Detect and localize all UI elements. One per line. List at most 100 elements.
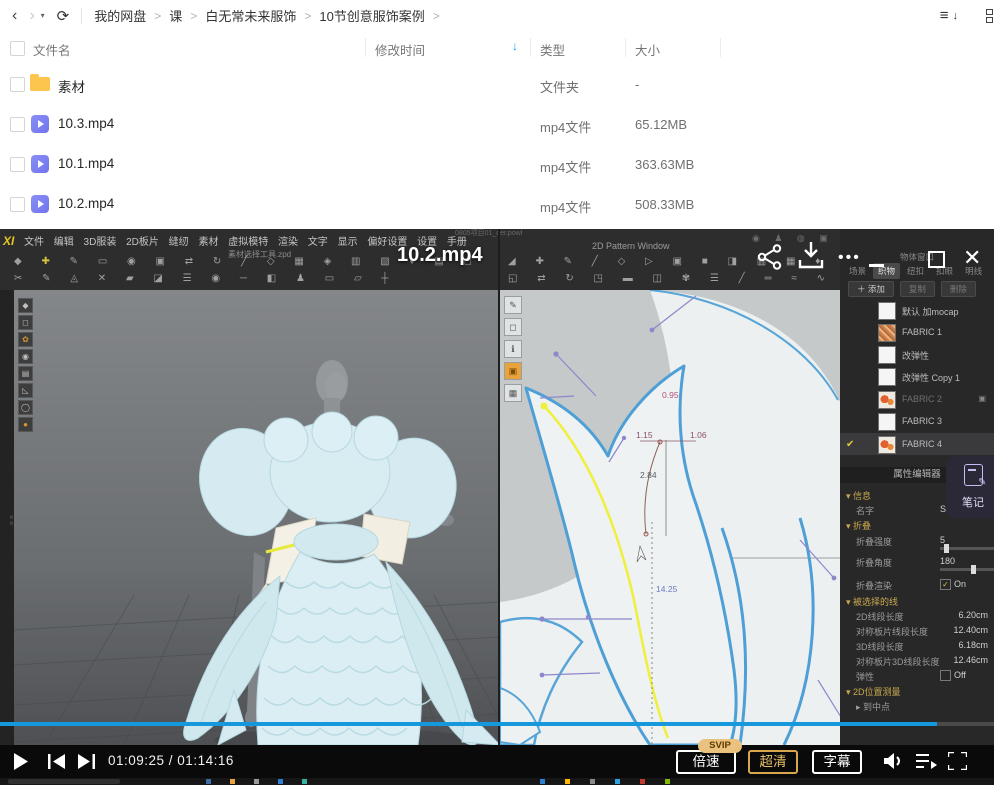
file-name[interactable]: 素材 <box>58 76 85 96</box>
pattern-tool-icon[interactable]: ◻ <box>504 318 522 336</box>
svip-badge: SVIP <box>698 739 742 753</box>
md-toolbar-2d-row2: ◱ ⇄ ↻ ◳ ▬ ◫ ✾ ☰ ╱ ═ ≈ ∿ <box>508 273 832 284</box>
check-icon: ✔ <box>846 439 854 450</box>
section-selected-lines[interactable]: ▾ 被选择的线 <box>846 595 898 608</box>
speed-button[interactable]: 倍速 <box>676 750 736 774</box>
sort-direction-icon[interactable]: ↓ <box>953 10 959 22</box>
note-button[interactable]: 笔记 <box>946 456 994 518</box>
breadcrumb-item-root[interactable]: 我的网盘 <box>94 6 146 25</box>
share-icon[interactable] <box>756 243 784 271</box>
file-row-video[interactable]: 10.3.mp4 mp4文件 65.12MB <box>0 104 994 144</box>
measurement-label: 14.25 <box>656 584 677 594</box>
column-modified[interactable]: 修改时间 <box>375 40 425 59</box>
breadcrumb-item-1[interactable]: 课 <box>169 6 182 25</box>
fabric-row[interactable]: 改弹性 <box>840 343 994 365</box>
explorer-toolbar: ‹ › ▾ ⟳ 我的网盘 > 课 > 白无常未来服饰 > 10节创意服饰案例 >… <box>0 0 994 32</box>
section-info[interactable]: ▾ 信息 <box>846 489 871 502</box>
refresh-icon[interactable]: ⟳ <box>57 7 70 25</box>
breadcrumb-separator: > <box>304 9 311 23</box>
fabric-row[interactable]: FABRIC 1 <box>840 321 994 343</box>
file-size: 508.33MB <box>635 197 694 212</box>
minimize-button[interactable] <box>869 264 884 267</box>
prop-row: 2D线段长度6.20cm <box>856 610 988 623</box>
checkbox-on[interactable]: ✓ <box>940 579 951 590</box>
seek-bar[interactable] <box>0 722 994 726</box>
avatar-icon[interactable]: ◉ <box>18 349 33 364</box>
checkbox-off[interactable] <box>940 670 951 681</box>
view-grid-icon[interactable] <box>986 9 994 23</box>
file-size: 65.12MB <box>635 117 687 132</box>
more-options-icon[interactable]: ••• <box>838 249 861 267</box>
pin-icon[interactable]: ● <box>18 417 33 432</box>
row-checkbox[interactable] <box>10 197 25 212</box>
texture-tool-icon[interactable]: ▣ <box>504 362 522 380</box>
tab-button[interactable]: 纽扣 <box>902 263 929 279</box>
quality-button[interactable]: 超清 <box>748 750 798 774</box>
fabric-row[interactable]: 默认 加mocap <box>840 299 994 321</box>
file-row-video[interactable]: 10.1.mp4 mp4文件 363.63MB <box>0 144 994 184</box>
file-row-folder[interactable]: 素材 文件夹 - <box>0 64 994 104</box>
note-icon <box>964 464 983 486</box>
add-fabric-button[interactable]: ＋ 添加 <box>848 281 894 297</box>
fabric-row[interactable]: FABRIC 2 ▣ <box>840 388 994 410</box>
back-button[interactable]: ‹ <box>12 8 17 24</box>
download-icon[interactable] <box>798 242 824 270</box>
mannequin-icon[interactable]: ◯ <box>18 400 33 415</box>
prop-row-fold-angle: 折叠角度 180 ✎ <box>856 556 988 569</box>
fabric-row[interactable]: 改弹性 Copy 1 <box>840 365 994 387</box>
avatar-show-icon[interactable]: ◆ <box>18 298 33 313</box>
player-title: 10.2.mp4 <box>397 244 483 267</box>
fullscreen-icon[interactable] <box>948 752 967 770</box>
delete-fabric-button[interactable]: 删除 <box>941 281 976 297</box>
fabric-row-selected[interactable]: ✔ FABRIC 4 <box>840 433 994 455</box>
gear-icon[interactable]: ✿ <box>18 332 33 347</box>
maximize-button[interactable] <box>928 251 945 268</box>
prop-row-midpoint[interactable]: ▸ 到中点 <box>856 700 988 713</box>
breadcrumb-item-2[interactable]: 白无常未来服饰 <box>205 6 296 25</box>
next-button[interactable] <box>78 754 95 769</box>
copy-fabric-button[interactable]: 复制 <box>900 281 935 297</box>
row-checkbox[interactable] <box>10 77 25 92</box>
fabric-lock-icon[interactable]: ▣ <box>978 394 986 403</box>
fabric-swatch <box>878 436 896 454</box>
file-name[interactable]: 10.1.mp4 <box>58 156 114 171</box>
garment-show-icon[interactable]: ◻ <box>18 315 33 330</box>
player-controls: 01:09:25 / 01:14:16 倍速 SVIP 超清 字幕 <box>0 745 994 778</box>
column-filename[interactable]: 文件名 <box>33 40 71 59</box>
forward-button[interactable]: › <box>29 8 34 24</box>
file-name[interactable]: 10.3.mp4 <box>58 116 114 131</box>
column-type[interactable]: 类型 <box>540 40 565 59</box>
pattern-icon[interactable]: ◺ <box>18 383 33 398</box>
breadcrumb-item-3[interactable]: 10节创意服饰案例 <box>319 6 424 25</box>
fold-strength-slider[interactable] <box>940 547 994 550</box>
close-button[interactable]: ✕ <box>963 247 981 269</box>
history-dropdown-icon[interactable]: ▾ <box>41 11 45 20</box>
play-button[interactable] <box>14 753 28 770</box>
fabric-row[interactable]: FABRIC 3 <box>840 410 994 432</box>
video-file-icon <box>31 195 49 213</box>
section-2d-measure[interactable]: ▾ 2D位置测量 <box>846 685 901 698</box>
playlist-icon[interactable] <box>916 753 937 769</box>
file-type: 文件夹 <box>540 77 579 96</box>
previous-button[interactable] <box>48 754 65 769</box>
sort-icon[interactable]: ≡ <box>940 7 949 24</box>
fabric-swatch <box>878 346 896 364</box>
section-fold[interactable]: ▾ 折叠 <box>846 519 871 532</box>
row-checkbox[interactable] <box>10 117 25 132</box>
volume-icon[interactable] <box>884 752 905 770</box>
cloth-icon[interactable]: ▤ <box>18 366 33 381</box>
select-all-checkbox[interactable] <box>10 41 25 56</box>
sort-desc-icon[interactable]: ↓ <box>512 39 518 53</box>
column-size[interactable]: 大小 <box>635 40 660 59</box>
subtitle-button[interactable]: 字幕 <box>812 750 862 774</box>
fabric-swatch <box>878 302 896 320</box>
row-checkbox[interactable] <box>10 157 25 172</box>
file-name[interactable]: 10.2.mp4 <box>58 196 114 211</box>
grid-tool-icon[interactable]: ▦ <box>504 384 522 402</box>
video-player-window: XI 0805项目01_der.powl 文件 编辑 3D服装 2D板片 缝纫 … <box>0 229 994 785</box>
md-toolbar-3d-row2: ✂ ✎ ◬ ✕ ▰ ◪ ☰ ◉ ─ ◧ ♟ ▭ ▱ ┼ <box>14 273 396 284</box>
file-row-video[interactable]: 10.2.mp4 mp4文件 508.33MB <box>0 184 994 224</box>
pen-tool-icon[interactable]: ✎ <box>504 296 522 314</box>
info-icon[interactable]: ℹ <box>504 340 522 358</box>
fold-angle-slider[interactable] <box>940 568 994 571</box>
